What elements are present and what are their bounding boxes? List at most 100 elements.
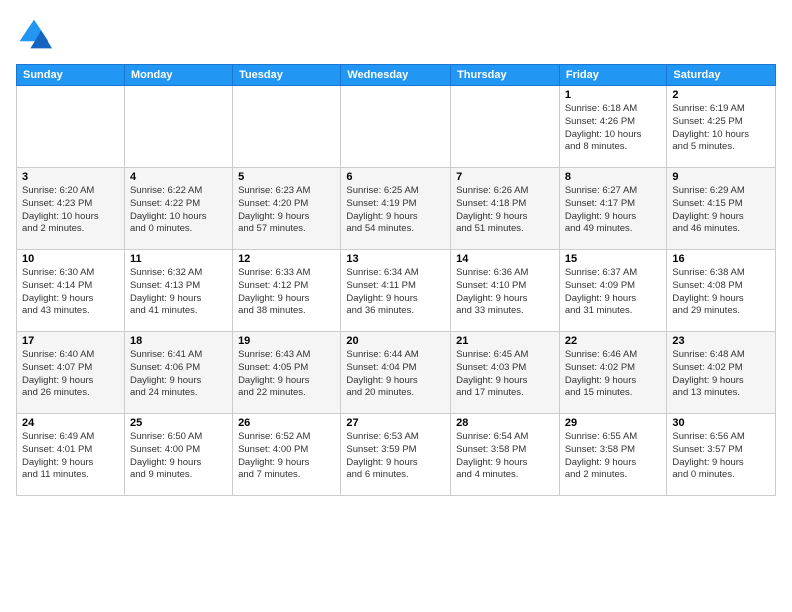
day-info: Sunrise: 6:26 AM Sunset: 4:18 PM Dayligh… bbox=[456, 185, 554, 236]
day-info: Sunrise: 6:48 AM Sunset: 4:02 PM Dayligh… bbox=[672, 349, 770, 400]
day-number: 20 bbox=[346, 335, 445, 347]
calendar-cell: 25 Sunrise: 6:50 AM Sunset: 4:00 PM Dayli… bbox=[124, 414, 232, 496]
day-info: Sunrise: 6:18 AM Sunset: 4:26 PM Dayligh… bbox=[565, 103, 662, 154]
weekday-header-tuesday: Tuesday bbox=[233, 65, 341, 86]
day-number: 24 bbox=[22, 417, 119, 429]
day-info: Sunrise: 6:37 AM Sunset: 4:09 PM Dayligh… bbox=[565, 267, 662, 318]
day-info: Sunrise: 6:43 AM Sunset: 4:05 PM Dayligh… bbox=[238, 349, 335, 400]
calendar-cell: 21 Sunrise: 6:45 AM Sunset: 4:03 PM Dayli… bbox=[451, 332, 560, 414]
weekday-header-sunday: Sunday bbox=[17, 65, 125, 86]
calendar-cell: 16 Sunrise: 6:38 AM Sunset: 4:08 PM Dayli… bbox=[667, 250, 776, 332]
calendar-cell: 29Sunrise: 6:55 AM Sunset: 3:58 PM Dayli… bbox=[559, 414, 667, 496]
calendar-cell: 6 Sunrise: 6:25 AM Sunset: 4:19 PM Daylig… bbox=[341, 168, 451, 250]
day-info: Sunrise: 6:38 AM Sunset: 4:08 PM Dayligh… bbox=[672, 267, 770, 318]
weekday-header-row: SundayMondayTuesdayWednesdayThursdayFrid… bbox=[17, 65, 776, 86]
calendar-cell bbox=[124, 86, 232, 168]
day-info: Sunrise: 6:45 AM Sunset: 4:03 PM Dayligh… bbox=[456, 349, 554, 400]
calendar-cell: 13Sunrise: 6:34 AM Sunset: 4:11 PM Dayli… bbox=[341, 250, 451, 332]
day-number: 4 bbox=[130, 171, 227, 183]
calendar-cell: 27Sunrise: 6:53 AM Sunset: 3:59 PM Dayli… bbox=[341, 414, 451, 496]
calendar-cell: 11 Sunrise: 6:32 AM Sunset: 4:13 PM Dayli… bbox=[124, 250, 232, 332]
calendar-cell: 23 Sunrise: 6:48 AM Sunset: 4:02 PM Dayli… bbox=[667, 332, 776, 414]
day-info: Sunrise: 6:34 AM Sunset: 4:11 PM Dayligh… bbox=[346, 267, 445, 318]
day-number: 5 bbox=[238, 171, 335, 183]
day-number: 2 bbox=[672, 89, 770, 101]
day-info: Sunrise: 6:50 AM Sunset: 4:00 PM Dayligh… bbox=[130, 431, 227, 482]
calendar-cell: 2 Sunrise: 6:19 AM Sunset: 4:25 PM Daylig… bbox=[667, 86, 776, 168]
calendar-cell bbox=[17, 86, 125, 168]
day-number: 28 bbox=[456, 417, 554, 429]
day-info: Sunrise: 6:25 AM Sunset: 4:19 PM Dayligh… bbox=[346, 185, 445, 236]
weekday-header-monday: Monday bbox=[124, 65, 232, 86]
day-number: 26 bbox=[238, 417, 335, 429]
logo-icon bbox=[16, 16, 52, 52]
calendar-cell: 7 Sunrise: 6:26 AM Sunset: 4:18 PM Daylig… bbox=[451, 168, 560, 250]
day-number: 25 bbox=[130, 417, 227, 429]
calendar-cell: 26 Sunrise: 6:52 AM Sunset: 4:00 PM Dayli… bbox=[233, 414, 341, 496]
calendar-week-3: 10Sunrise: 6:30 AM Sunset: 4:14 PM Dayli… bbox=[17, 250, 776, 332]
day-number: 7 bbox=[456, 171, 554, 183]
day-number: 22 bbox=[565, 335, 662, 347]
day-number: 30 bbox=[672, 417, 770, 429]
day-info: Sunrise: 6:53 AM Sunset: 3:59 PM Dayligh… bbox=[346, 431, 445, 482]
day-info: Sunrise: 6:29 AM Sunset: 4:15 PM Dayligh… bbox=[672, 185, 770, 236]
day-info: Sunrise: 6:55 AM Sunset: 3:58 PM Dayligh… bbox=[565, 431, 662, 482]
day-number: 10 bbox=[22, 253, 119, 265]
day-number: 23 bbox=[672, 335, 770, 347]
day-number: 21 bbox=[456, 335, 554, 347]
day-number: 17 bbox=[22, 335, 119, 347]
calendar-cell: 15 Sunrise: 6:37 AM Sunset: 4:09 PM Dayli… bbox=[559, 250, 667, 332]
day-number: 8 bbox=[565, 171, 662, 183]
calendar-week-4: 17 Sunrise: 6:40 AM Sunset: 4:07 PM Dayli… bbox=[17, 332, 776, 414]
day-info: Sunrise: 6:40 AM Sunset: 4:07 PM Dayligh… bbox=[22, 349, 119, 400]
calendar-week-1: 1 Sunrise: 6:18 AM Sunset: 4:26 PM Daylig… bbox=[17, 86, 776, 168]
weekday-header-thursday: Thursday bbox=[451, 65, 560, 86]
day-info: Sunrise: 6:23 AM Sunset: 4:20 PM Dayligh… bbox=[238, 185, 335, 236]
day-number: 6 bbox=[346, 171, 445, 183]
day-info: Sunrise: 6:32 AM Sunset: 4:13 PM Dayligh… bbox=[130, 267, 227, 318]
page-container: SundayMondayTuesdayWednesdayThursdayFrid… bbox=[0, 0, 792, 504]
day-info: Sunrise: 6:22 AM Sunset: 4:22 PM Dayligh… bbox=[130, 185, 227, 236]
weekday-header-saturday: Saturday bbox=[667, 65, 776, 86]
day-number: 15 bbox=[565, 253, 662, 265]
calendar-cell: 20 Sunrise: 6:44 AM Sunset: 4:04 PM Dayli… bbox=[341, 332, 451, 414]
day-number: 19 bbox=[238, 335, 335, 347]
calendar-cell bbox=[233, 86, 341, 168]
day-number: 9 bbox=[672, 171, 770, 183]
calendar-cell: 9 Sunrise: 6:29 AM Sunset: 4:15 PM Daylig… bbox=[667, 168, 776, 250]
day-number: 12 bbox=[238, 253, 335, 265]
calendar-cell: 14 Sunrise: 6:36 AM Sunset: 4:10 PM Dayli… bbox=[451, 250, 560, 332]
day-info: Sunrise: 6:56 AM Sunset: 3:57 PM Dayligh… bbox=[672, 431, 770, 482]
header bbox=[16, 16, 776, 52]
calendar-cell: 17 Sunrise: 6:40 AM Sunset: 4:07 PM Dayli… bbox=[17, 332, 125, 414]
day-info: Sunrise: 6:54 AM Sunset: 3:58 PM Dayligh… bbox=[456, 431, 554, 482]
day-info: Sunrise: 6:41 AM Sunset: 4:06 PM Dayligh… bbox=[130, 349, 227, 400]
logo bbox=[16, 16, 56, 52]
day-number: 1 bbox=[565, 89, 662, 101]
calendar-cell: 19 Sunrise: 6:43 AM Sunset: 4:05 PM Dayli… bbox=[233, 332, 341, 414]
day-info: Sunrise: 6:52 AM Sunset: 4:00 PM Dayligh… bbox=[238, 431, 335, 482]
day-info: Sunrise: 6:46 AM Sunset: 4:02 PM Dayligh… bbox=[565, 349, 662, 400]
weekday-header-wednesday: Wednesday bbox=[341, 65, 451, 86]
day-info: Sunrise: 6:49 AM Sunset: 4:01 PM Dayligh… bbox=[22, 431, 119, 482]
day-info: Sunrise: 6:19 AM Sunset: 4:25 PM Dayligh… bbox=[672, 103, 770, 154]
day-info: Sunrise: 6:36 AM Sunset: 4:10 PM Dayligh… bbox=[456, 267, 554, 318]
calendar-cell: 12 Sunrise: 6:33 AM Sunset: 4:12 PM Dayli… bbox=[233, 250, 341, 332]
day-number: 16 bbox=[672, 253, 770, 265]
day-number: 11 bbox=[130, 253, 227, 265]
calendar-cell: 3Sunrise: 6:20 AM Sunset: 4:23 PM Daylig… bbox=[17, 168, 125, 250]
calendar-week-5: 24 Sunrise: 6:49 AM Sunset: 4:01 PM Dayli… bbox=[17, 414, 776, 496]
calendar-cell: 4 Sunrise: 6:22 AM Sunset: 4:22 PM Daylig… bbox=[124, 168, 232, 250]
day-info: Sunrise: 6:20 AM Sunset: 4:23 PM Dayligh… bbox=[22, 185, 119, 236]
calendar-cell: 28 Sunrise: 6:54 AM Sunset: 3:58 PM Dayli… bbox=[451, 414, 560, 496]
calendar-cell: 5 Sunrise: 6:23 AM Sunset: 4:20 PM Daylig… bbox=[233, 168, 341, 250]
day-info: Sunrise: 6:27 AM Sunset: 4:17 PM Dayligh… bbox=[565, 185, 662, 236]
calendar-table: SundayMondayTuesdayWednesdayThursdayFrid… bbox=[16, 64, 776, 496]
calendar-cell: 30 Sunrise: 6:56 AM Sunset: 3:57 PM Dayli… bbox=[667, 414, 776, 496]
calendar-cell: 24 Sunrise: 6:49 AM Sunset: 4:01 PM Dayli… bbox=[17, 414, 125, 496]
day-number: 18 bbox=[130, 335, 227, 347]
calendar-cell: 22 Sunrise: 6:46 AM Sunset: 4:02 PM Dayli… bbox=[559, 332, 667, 414]
day-info: Sunrise: 6:33 AM Sunset: 4:12 PM Dayligh… bbox=[238, 267, 335, 318]
day-number: 14 bbox=[456, 253, 554, 265]
day-info: Sunrise: 6:44 AM Sunset: 4:04 PM Dayligh… bbox=[346, 349, 445, 400]
